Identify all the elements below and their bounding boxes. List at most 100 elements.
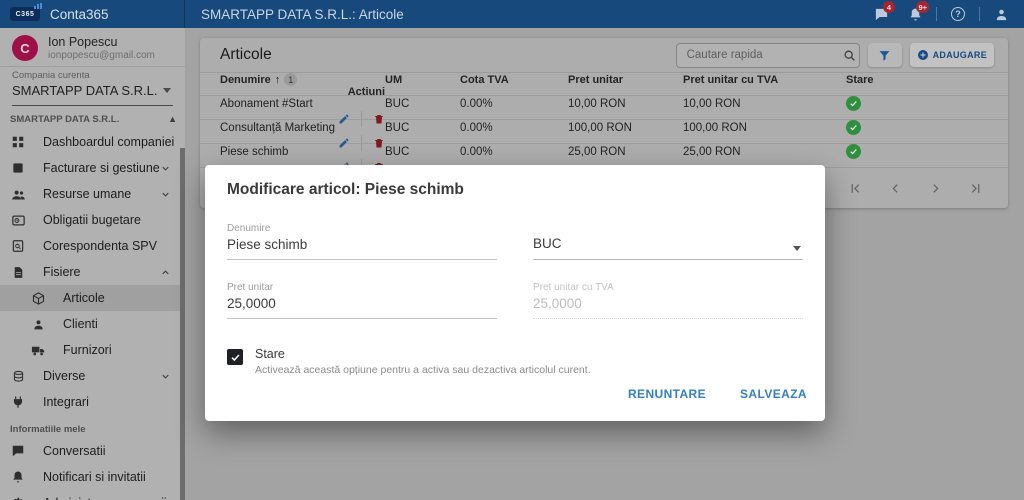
cancel-button[interactable]: RENUNTARE	[626, 383, 708, 405]
um-select[interactable]: BUC	[533, 223, 803, 260]
pret-unitar-field: Pret unitar	[227, 282, 497, 319]
sidebar-item-integrari[interactable]: Integrari	[0, 389, 185, 415]
column-header-cota-tva[interactable]: Cota TVA	[460, 74, 568, 86]
denumire-input[interactable]	[227, 235, 497, 260]
bell-icon[interactable]: 9+	[898, 0, 932, 28]
column-header-denumire[interactable]: Denumire ↑ 1	[220, 73, 385, 86]
box-icon	[10, 160, 26, 176]
pret-unitar-label: Pret unitar	[227, 282, 497, 293]
file-icon	[10, 264, 26, 280]
um-select-value: BUC	[533, 236, 562, 251]
chevron-up-icon	[160, 267, 171, 278]
account-icon[interactable]	[984, 0, 1018, 28]
sidebar-section-personal: Informatiile mele	[0, 415, 185, 438]
cell-denumire: Piese schimb	[220, 146, 385, 158]
topbar-brand-area: C365 Conta365	[0, 0, 185, 28]
search-input[interactable]	[685, 48, 843, 62]
cell-um: BUC	[385, 98, 460, 110]
logo-text: C365	[16, 11, 35, 18]
page-title: SMARTAPP DATA S.R.L.: Articole	[201, 7, 404, 22]
scroll-up-icon[interactable]: ▲	[168, 115, 177, 124]
column-header-stare[interactable]: Stare	[846, 74, 988, 86]
people-icon	[10, 186, 26, 202]
sidebar-item-fisiere[interactable]: Fisiere	[0, 259, 185, 285]
plug-icon	[10, 394, 26, 410]
cell-um: BUC	[385, 146, 460, 158]
column-header-um[interactable]: UM	[385, 74, 460, 86]
sidebar-item-resurse-umane[interactable]: Resurse umane	[0, 181, 185, 207]
notifications-badge: 9+	[916, 1, 929, 13]
denumire-field: Denumire	[227, 223, 497, 260]
company-selector-value: SMARTAPP DATA S.R.L.	[12, 83, 157, 98]
edit-article-modal: Modificare articol: Piese schimb Denumir…	[205, 165, 825, 421]
last-page-button[interactable]	[969, 182, 982, 195]
sidebar-item-conversatii[interactable]: Conversatii	[0, 438, 185, 464]
brand-name: Conta365	[50, 7, 109, 22]
divider	[979, 7, 980, 21]
first-page-button[interactable]	[849, 182, 862, 195]
table-row[interactable]: Consultanță Marketing BUC 0.00% 100,00 R…	[200, 120, 1008, 144]
sidebar-item-furnizori[interactable]: Furnizori	[0, 337, 185, 363]
company-selector[interactable]: Compania curenta SMARTAPP DATA S.R.L.	[0, 66, 185, 106]
check-icon	[230, 352, 241, 363]
sidebar-item-clienti[interactable]: Clienti	[0, 311, 185, 337]
table-header: Denumire ↑ 1 UM Cota TVA Pret unitar Pre…	[200, 72, 1008, 96]
stare-checkbox[interactable]	[227, 349, 243, 365]
status-active-icon	[846, 120, 861, 135]
next-page-button[interactable]	[929, 182, 942, 195]
sidebar-item-diverse[interactable]: Diverse	[0, 363, 185, 389]
avatar: C	[12, 35, 38, 61]
grid-icon	[10, 134, 26, 150]
sidebar-item-facturare[interactable]: Facturare si gestiune	[0, 155, 185, 181]
database-icon	[10, 368, 26, 384]
person-icon	[30, 316, 46, 332]
divider	[936, 7, 937, 21]
document-search-icon	[10, 238, 26, 254]
logo-bars-icon	[34, 3, 42, 9]
cell-cota-tva: 0.00%	[460, 146, 568, 158]
table-row[interactable]: Abonament #Start BUC 0.00% 10,00 RON 10,…	[200, 96, 1008, 120]
cell-pret-unitar: 25,00 RON	[568, 146, 683, 158]
cell-cota-tva: 0.00%	[460, 98, 568, 110]
column-header-pret-unitar[interactable]: Pret unitar	[568, 74, 683, 86]
sidebar-item-notificari[interactable]: Notificari si invitatii	[0, 464, 185, 490]
sidebar-item-administrare[interactable]: Administrare companii	[0, 490, 185, 500]
user-name: Ion Popescu	[48, 35, 155, 50]
truck-icon	[30, 342, 46, 358]
sidebar-item-corespondenta[interactable]: Corespondenta SPV	[0, 233, 185, 259]
search-box	[676, 43, 860, 68]
cell-pret-unitar-tva: 25,00 RON	[683, 146, 846, 158]
search-icon	[843, 49, 856, 62]
sidebar-scrollbar[interactable]	[180, 148, 185, 500]
messages-icon[interactable]: 4	[864, 0, 898, 28]
column-header-pret-unitar-tva[interactable]: Pret unitar cu TVA	[683, 74, 846, 86]
chevron-down-icon	[793, 246, 801, 251]
modal-title: Modificare articol: Piese schimb	[205, 165, 825, 199]
sort-asc-icon: ↑	[275, 74, 281, 86]
sidebar: C Ion Popescu ionpopescu@gmail.com Compa…	[0, 28, 185, 500]
help-icon[interactable]: ?	[941, 0, 975, 28]
card-title: Articole	[220, 46, 272, 64]
chevron-down-icon	[160, 189, 171, 200]
user-email: ionpopescu@gmail.com	[48, 50, 155, 61]
sidebar-item-obligatii[interactable]: Obligatii bugetare	[0, 207, 185, 233]
pret-unitar-input[interactable]	[227, 294, 497, 319]
cell-pret-unitar-tva: 100,00 RON	[683, 122, 846, 134]
chat-icon	[10, 443, 26, 459]
sidebar-item-articole[interactable]: Articole	[0, 285, 185, 311]
user-panel[interactable]: C Ion Popescu ionpopescu@gmail.com	[0, 28, 185, 66]
cell-pret-unitar: 10,00 RON	[568, 98, 683, 110]
cell-denumire: Abonament #Start	[220, 98, 385, 110]
gear-icon	[10, 495, 26, 500]
sidebar-item-dashboard[interactable]: Dashboardul companiei	[0, 129, 185, 155]
add-button[interactable]: ADAUGARE	[910, 43, 994, 67]
sidebar-section-company: SMARTAPP DATA S.R.L. ▲	[0, 106, 185, 129]
card-toolbar: Articole ADAUGARE	[200, 38, 1008, 72]
filter-button[interactable]	[868, 43, 902, 67]
previous-page-button[interactable]	[889, 182, 902, 195]
save-button[interactable]: SALVEAZA	[738, 383, 809, 405]
pret-unitar-tva-label: Pret unitar cu TVA	[533, 282, 803, 293]
sort-order-badge: 1	[284, 73, 297, 86]
cell-denumire: Consultanță Marketing	[220, 122, 385, 134]
company-selector-label: Compania curenta	[12, 70, 173, 81]
